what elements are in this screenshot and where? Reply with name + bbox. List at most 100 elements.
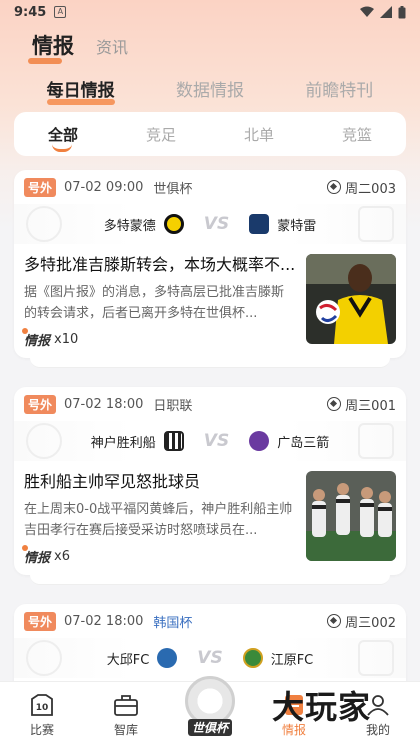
card-header: 号外 07-02 09:00 世俱杯 周二003 xyxy=(24,170,396,204)
home-team-name: 神户胜利船 xyxy=(90,435,156,451)
status-bar: 9:45 A xyxy=(0,0,420,24)
match-row[interactable]: 大邱FC VS 江原FC xyxy=(14,638,406,678)
tab-intel[interactable]: 情报 xyxy=(28,30,74,64)
tab-news[interactable]: 资讯 xyxy=(96,34,128,60)
article-meta: 情报 x10 xyxy=(21,328,296,349)
notification-icon: A xyxy=(54,6,67,18)
intel-count: x6 xyxy=(54,549,70,564)
intel-card[interactable]: 号外 07-02 18:00 日职联 周三001 神户胜利船 VS 广岛三箭 胜… xyxy=(14,387,406,575)
team-photo xyxy=(306,471,396,561)
wifi-icon xyxy=(360,6,374,17)
article-text: 胜利船主帅罕见怒批球员 在上周末0-0战平福冈黄蜂后，神户胜利船主帅吉田孝行在赛… xyxy=(21,471,306,566)
match-code-text: 周三002 xyxy=(345,615,396,631)
football-icon xyxy=(327,614,342,628)
league-name: 日职联 xyxy=(153,398,193,414)
article[interactable]: 胜利船主帅罕见怒批球员 在上周末0-0战平福冈黄蜂后，神户胜利船主帅吉田孝行在赛… xyxy=(21,461,396,580)
home-team-name: 多特蒙德 xyxy=(103,218,156,234)
home-team-name: 大邱FC xyxy=(106,652,150,668)
away-team-name: 蒙特雷 xyxy=(277,218,317,234)
article[interactable]: 多特批准吉滕斯转会，本场大概率不... 据《图片报》的消息，多特高层已批准吉滕斯… xyxy=(21,244,396,363)
nav-label: 智库 xyxy=(113,723,138,737)
clock: 9:45 xyxy=(14,4,47,20)
nav-intel[interactable]: 情报 xyxy=(252,682,336,746)
subtab-preview[interactable]: 前瞻特刊 xyxy=(305,76,373,101)
intel-icon xyxy=(285,695,303,715)
nav-label: 世俱杯 xyxy=(187,719,233,736)
away-crest-icon xyxy=(249,431,270,451)
subtab-daily[interactable]: 每日情报 xyxy=(46,76,115,105)
nav-library[interactable]: 智库 xyxy=(84,682,168,746)
home-team: 神户胜利船 xyxy=(91,431,184,451)
article-meta: 情报 x6 xyxy=(21,545,296,566)
away-crest-watermark xyxy=(358,206,394,242)
article-title: 胜利船主帅罕见怒批球员 xyxy=(24,472,201,491)
filter-indicator xyxy=(51,144,72,152)
intel-tag: 情报 xyxy=(21,545,50,566)
battery-icon xyxy=(398,5,406,18)
away-team-name: 江原FC xyxy=(270,652,314,668)
article-thumbnail xyxy=(306,254,396,344)
card-stack-shadow xyxy=(30,575,390,585)
match-row[interactable]: 多特蒙德 VS 蒙特雷 xyxy=(14,204,406,244)
nav-profile[interactable]: 我的 xyxy=(336,682,420,746)
filter-bar: 全部 竞足 北单 竞篮 xyxy=(14,112,406,156)
svg-text:10: 10 xyxy=(36,703,49,713)
home-crest-watermark xyxy=(26,206,62,242)
match-code-text: 周二003 xyxy=(345,181,396,197)
subtab-data[interactable]: 数据情报 xyxy=(176,76,244,101)
away-team: 江原FC xyxy=(242,648,314,668)
league-name: 韩国杯 xyxy=(153,615,193,631)
filter-label: 全部 xyxy=(47,125,78,144)
extra-badge: 号外 xyxy=(24,177,57,197)
nav-club-world-cup[interactable]: 世俱杯 xyxy=(168,676,252,746)
away-crest-watermark xyxy=(358,423,394,459)
filter-beidan[interactable]: 北单 xyxy=(244,124,274,145)
league-name: 世俱杯 xyxy=(153,181,193,197)
filter-jingzu[interactable]: 竞足 xyxy=(146,124,176,145)
away-team: 广岛三箭 xyxy=(249,431,329,451)
away-team: 蒙特雷 xyxy=(249,214,316,234)
match-code: 周三001 xyxy=(327,395,396,414)
football-icon xyxy=(327,180,342,194)
article-summary: 据《图片报》的消息，多特高层已批准吉滕斯的转会请求，后者已离开多特在世俱杯... xyxy=(24,285,285,321)
subtab-label: 每日情报 xyxy=(46,81,115,101)
home-team: 大邱FC xyxy=(107,648,178,668)
football-icon xyxy=(327,397,342,411)
away-team-name: 广岛三箭 xyxy=(277,435,330,451)
home-crest-icon xyxy=(163,431,184,451)
home-crest-icon xyxy=(157,648,178,668)
home-crest-icon xyxy=(163,214,184,234)
nav-label: 情报 xyxy=(281,723,306,737)
bottom-nav: 10 比赛 智库 世俱杯 情报 我的 xyxy=(0,676,420,746)
player-photo xyxy=(306,254,396,344)
intel-count: x10 xyxy=(54,332,79,347)
card-stack-shadow xyxy=(30,358,390,368)
match-row[interactable]: 神户胜利船 VS 广岛三箭 xyxy=(14,421,406,461)
match-time: 07-02 18:00 xyxy=(64,613,144,629)
card-header: 号外 07-02 18:00 韩国杯 周三002 xyxy=(24,604,396,638)
sub-tabs: 每日情报 数据情报 前瞻特刊 xyxy=(0,76,420,105)
away-crest-icon xyxy=(249,214,270,234)
intel-tag: 情报 xyxy=(21,328,50,349)
home-crest-watermark xyxy=(26,423,62,459)
article-title: 多特批准吉滕斯转会，本场大概率不... xyxy=(24,255,296,274)
article-text: 多特批准吉滕斯转会，本场大概率不... 据《图片报》的消息，多特高层已批准吉滕斯… xyxy=(21,254,306,349)
tab-underline xyxy=(28,58,62,64)
extra-badge: 号外 xyxy=(24,394,57,414)
match-time: 07-02 18:00 xyxy=(64,396,144,412)
nav-matches[interactable]: 10 比赛 xyxy=(0,682,84,746)
filter-all[interactable]: 全部 xyxy=(47,124,78,152)
filter-jinglan[interactable]: 竞篮 xyxy=(342,124,372,145)
match-time: 07-02 09:00 xyxy=(64,179,144,195)
vs-label: VS xyxy=(203,431,230,451)
nav-label: 我的 xyxy=(365,723,390,737)
article-thumbnail xyxy=(306,471,396,561)
tab-label: 情报 xyxy=(32,34,74,58)
toolbox-icon xyxy=(114,695,138,716)
nav-label: 比赛 xyxy=(29,723,54,737)
intel-card[interactable]: 号外 07-02 09:00 世俱杯 周二003 多特蒙德 VS 蒙特雷 多特批… xyxy=(14,170,406,358)
away-crest-icon xyxy=(242,648,263,668)
match-code: 周二003 xyxy=(327,178,396,197)
vs-label: VS xyxy=(197,648,223,668)
jersey-icon: 10 xyxy=(31,694,53,716)
